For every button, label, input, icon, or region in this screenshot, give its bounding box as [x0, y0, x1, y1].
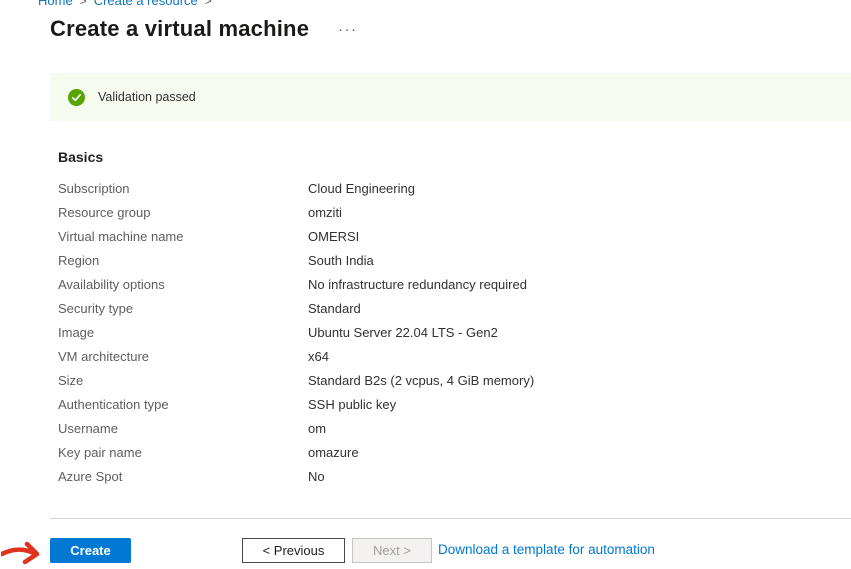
field-value: SSH public key [308, 397, 396, 412]
field-value: om [308, 421, 326, 436]
field-label: Username [58, 421, 308, 436]
field-row: Subscription Cloud Engineering [58, 176, 798, 200]
field-value: Standard B2s (2 vcpus, 4 GiB memory) [308, 373, 534, 388]
field-row: Virtual machine name OMERSI [58, 224, 798, 248]
field-row: Size Standard B2s (2 vcpus, 4 GiB memory… [58, 368, 798, 392]
field-row: VM architecture x64 [58, 344, 798, 368]
check-circle-icon [68, 89, 85, 106]
field-label: Azure Spot [58, 469, 308, 484]
field-value: omziti [308, 205, 342, 220]
field-value: omazure [308, 445, 359, 460]
field-label: VM architecture [58, 349, 308, 364]
create-vm-review-page: Home > Create a resource > Create a virtual… [0, 0, 851, 569]
field-row: Azure Spot No [58, 464, 798, 488]
field-label: Subscription [58, 181, 308, 196]
red-arrow-annotation-icon [1, 540, 47, 567]
basics-section-title: Basics [58, 149, 103, 165]
breadcrumb-separator: > [80, 0, 87, 8]
field-value: No infrastructure redundancy required [308, 277, 527, 292]
field-label: Image [58, 325, 308, 340]
basics-fields-list: Subscription Cloud Engineering Resource … [58, 176, 798, 488]
download-template-link[interactable]: Download a template for automation [438, 542, 655, 557]
field-row: Image Ubuntu Server 22.04 LTS - Gen2 [58, 320, 798, 344]
more-options-icon[interactable]: ··· [338, 21, 358, 38]
field-label: Key pair name [58, 445, 308, 460]
field-label: Virtual machine name [58, 229, 308, 244]
field-value: Cloud Engineering [308, 181, 415, 196]
field-label: Authentication type [58, 397, 308, 412]
page-title: Create a virtual machine [50, 16, 309, 42]
field-value: No [308, 469, 325, 484]
next-button: Next > [352, 538, 432, 563]
field-label: Resource group [58, 205, 308, 220]
footer-divider [50, 518, 851, 519]
field-row: Authentication type SSH public key [58, 392, 798, 416]
breadcrumb: Home > Create a resource > [38, 0, 219, 8]
field-row: Resource group omziti [58, 200, 798, 224]
field-value: Ubuntu Server 22.04 LTS - Gen2 [308, 325, 498, 340]
field-value: Standard [308, 301, 361, 316]
field-value: x64 [308, 349, 329, 364]
field-label: Region [58, 253, 308, 268]
field-row: Security type Standard [58, 296, 798, 320]
field-label: Security type [58, 301, 308, 316]
field-value: South India [308, 253, 374, 268]
breadcrumb-home[interactable]: Home [38, 0, 73, 8]
field-row: Username om [58, 416, 798, 440]
field-value: OMERSI [308, 229, 359, 244]
field-label: Size [58, 373, 308, 388]
field-row: Region South India [58, 248, 798, 272]
field-label: Availability options [58, 277, 308, 292]
previous-button[interactable]: < Previous [242, 538, 345, 563]
field-row: Key pair name omazure [58, 440, 798, 464]
breadcrumb-create-a-resource[interactable]: Create a resource [94, 0, 198, 8]
validation-banner: Validation passed [50, 73, 851, 121]
create-button[interactable]: Create [50, 538, 131, 563]
breadcrumb-separator: > [205, 0, 212, 8]
validation-banner-text: Validation passed [98, 90, 196, 104]
field-row: Availability options No infrastructure r… [58, 272, 798, 296]
